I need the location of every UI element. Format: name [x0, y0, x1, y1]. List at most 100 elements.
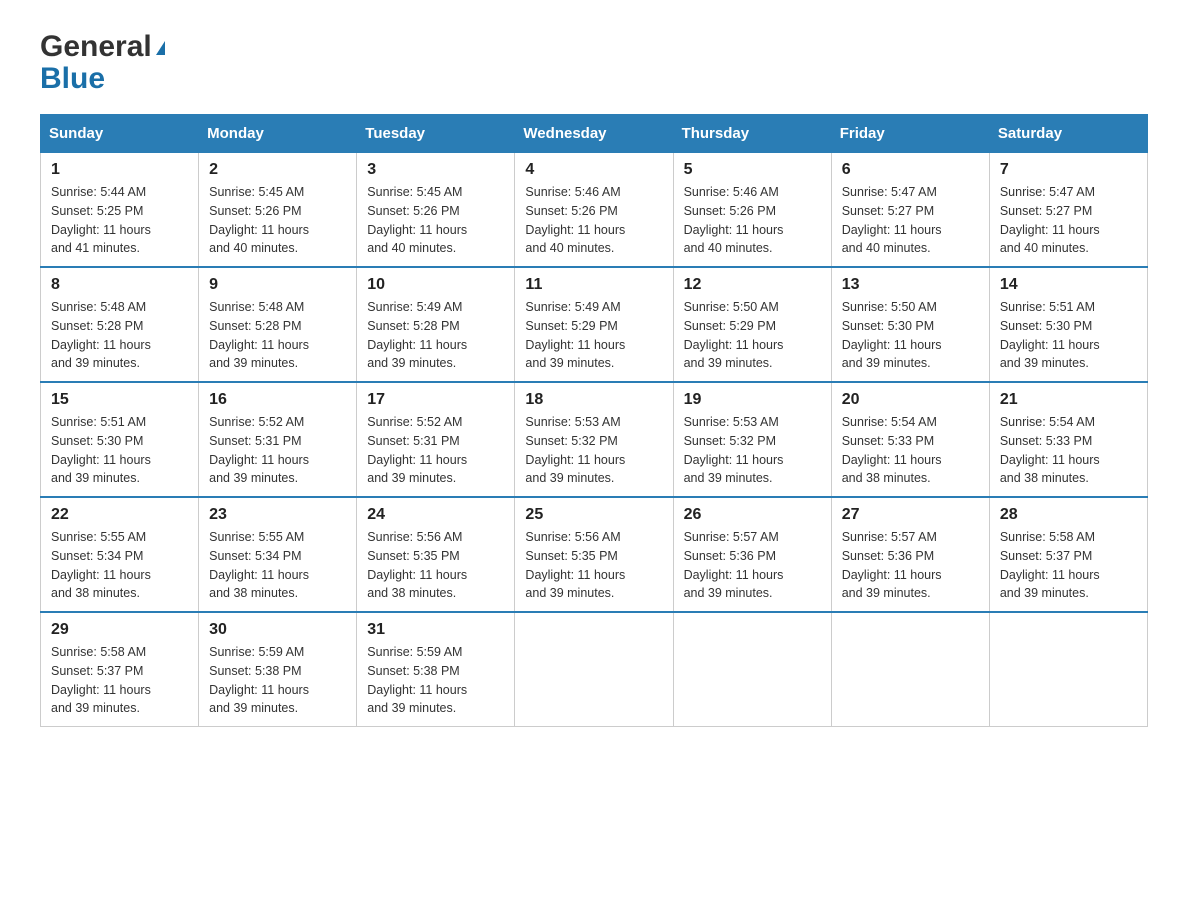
calendar-cell: 4 Sunrise: 5:46 AM Sunset: 5:26 PM Dayli… [515, 153, 673, 268]
day-info: Sunrise: 5:58 AM Sunset: 5:37 PM Dayligh… [1000, 528, 1137, 603]
day-number: 19 [684, 391, 821, 409]
day-info: Sunrise: 5:50 AM Sunset: 5:29 PM Dayligh… [684, 298, 821, 373]
calendar-week-row: 29 Sunrise: 5:58 AM Sunset: 5:37 PM Dayl… [41, 612, 1148, 727]
day-info: Sunrise: 5:57 AM Sunset: 5:36 PM Dayligh… [684, 528, 821, 603]
day-number: 11 [525, 276, 662, 294]
day-info: Sunrise: 5:58 AM Sunset: 5:37 PM Dayligh… [51, 643, 188, 718]
day-number: 13 [842, 276, 979, 294]
day-info: Sunrise: 5:53 AM Sunset: 5:32 PM Dayligh… [525, 413, 662, 488]
day-info: Sunrise: 5:50 AM Sunset: 5:30 PM Dayligh… [842, 298, 979, 373]
day-number: 10 [367, 276, 504, 294]
calendar-table: SundayMondayTuesdayWednesdayThursdayFrid… [40, 114, 1148, 727]
calendar-week-row: 15 Sunrise: 5:51 AM Sunset: 5:30 PM Dayl… [41, 382, 1148, 497]
logo: General Blue [40, 30, 165, 94]
calendar-week-row: 22 Sunrise: 5:55 AM Sunset: 5:34 PM Dayl… [41, 497, 1148, 612]
day-info: Sunrise: 5:53 AM Sunset: 5:32 PM Dayligh… [684, 413, 821, 488]
calendar-cell: 27 Sunrise: 5:57 AM Sunset: 5:36 PM Dayl… [831, 497, 989, 612]
calendar-cell: 7 Sunrise: 5:47 AM Sunset: 5:27 PM Dayli… [989, 153, 1147, 268]
calendar-cell: 31 Sunrise: 5:59 AM Sunset: 5:38 PM Dayl… [357, 612, 515, 727]
calendar-cell: 19 Sunrise: 5:53 AM Sunset: 5:32 PM Dayl… [673, 382, 831, 497]
day-number: 26 [684, 506, 821, 524]
calendar-cell: 30 Sunrise: 5:59 AM Sunset: 5:38 PM Dayl… [199, 612, 357, 727]
day-number: 2 [209, 161, 346, 179]
day-number: 3 [367, 161, 504, 179]
calendar-cell: 11 Sunrise: 5:49 AM Sunset: 5:29 PM Dayl… [515, 267, 673, 382]
calendar-cell: 12 Sunrise: 5:50 AM Sunset: 5:29 PM Dayl… [673, 267, 831, 382]
day-info: Sunrise: 5:59 AM Sunset: 5:38 PM Dayligh… [209, 643, 346, 718]
logo-blue-text: Blue [40, 64, 105, 94]
day-number: 7 [1000, 161, 1137, 179]
day-number: 23 [209, 506, 346, 524]
day-number: 5 [684, 161, 821, 179]
day-number: 1 [51, 161, 188, 179]
day-number: 14 [1000, 276, 1137, 294]
calendar-cell: 1 Sunrise: 5:44 AM Sunset: 5:25 PM Dayli… [41, 153, 199, 268]
day-number: 25 [525, 506, 662, 524]
day-number: 6 [842, 161, 979, 179]
calendar-cell [515, 612, 673, 727]
day-number: 17 [367, 391, 504, 409]
calendar-cell: 16 Sunrise: 5:52 AM Sunset: 5:31 PM Dayl… [199, 382, 357, 497]
day-info: Sunrise: 5:54 AM Sunset: 5:33 PM Dayligh… [842, 413, 979, 488]
column-header-friday: Friday [831, 115, 989, 153]
day-info: Sunrise: 5:52 AM Sunset: 5:31 PM Dayligh… [367, 413, 504, 488]
calendar-cell [673, 612, 831, 727]
day-info: Sunrise: 5:56 AM Sunset: 5:35 PM Dayligh… [525, 528, 662, 603]
calendar-week-row: 1 Sunrise: 5:44 AM Sunset: 5:25 PM Dayli… [41, 153, 1148, 268]
day-number: 24 [367, 506, 504, 524]
day-number: 28 [1000, 506, 1137, 524]
calendar-cell: 13 Sunrise: 5:50 AM Sunset: 5:30 PM Dayl… [831, 267, 989, 382]
column-header-sunday: Sunday [41, 115, 199, 153]
day-number: 4 [525, 161, 662, 179]
day-info: Sunrise: 5:57 AM Sunset: 5:36 PM Dayligh… [842, 528, 979, 603]
calendar-cell [831, 612, 989, 727]
day-number: 21 [1000, 391, 1137, 409]
day-number: 8 [51, 276, 188, 294]
day-number: 12 [684, 276, 821, 294]
day-number: 20 [842, 391, 979, 409]
day-info: Sunrise: 5:48 AM Sunset: 5:28 PM Dayligh… [209, 298, 346, 373]
column-header-thursday: Thursday [673, 115, 831, 153]
day-info: Sunrise: 5:47 AM Sunset: 5:27 PM Dayligh… [842, 183, 979, 258]
calendar-cell: 24 Sunrise: 5:56 AM Sunset: 5:35 PM Dayl… [357, 497, 515, 612]
day-info: Sunrise: 5:48 AM Sunset: 5:28 PM Dayligh… [51, 298, 188, 373]
day-number: 27 [842, 506, 979, 524]
calendar-cell: 6 Sunrise: 5:47 AM Sunset: 5:27 PM Dayli… [831, 153, 989, 268]
column-header-monday: Monday [199, 115, 357, 153]
day-number: 29 [51, 621, 188, 639]
day-info: Sunrise: 5:46 AM Sunset: 5:26 PM Dayligh… [684, 183, 821, 258]
logo-triangle-icon [156, 41, 165, 55]
logo-general-text: General [40, 30, 152, 63]
day-number: 30 [209, 621, 346, 639]
calendar-cell: 22 Sunrise: 5:55 AM Sunset: 5:34 PM Dayl… [41, 497, 199, 612]
calendar-cell: 21 Sunrise: 5:54 AM Sunset: 5:33 PM Dayl… [989, 382, 1147, 497]
calendar-cell: 3 Sunrise: 5:45 AM Sunset: 5:26 PM Dayli… [357, 153, 515, 268]
calendar-cell: 29 Sunrise: 5:58 AM Sunset: 5:37 PM Dayl… [41, 612, 199, 727]
calendar-cell: 18 Sunrise: 5:53 AM Sunset: 5:32 PM Dayl… [515, 382, 673, 497]
calendar-cell: 26 Sunrise: 5:57 AM Sunset: 5:36 PM Dayl… [673, 497, 831, 612]
day-number: 15 [51, 391, 188, 409]
day-info: Sunrise: 5:55 AM Sunset: 5:34 PM Dayligh… [209, 528, 346, 603]
day-info: Sunrise: 5:44 AM Sunset: 5:25 PM Dayligh… [51, 183, 188, 258]
column-header-tuesday: Tuesday [357, 115, 515, 153]
calendar-cell: 2 Sunrise: 5:45 AM Sunset: 5:26 PM Dayli… [199, 153, 357, 268]
calendar-week-row: 8 Sunrise: 5:48 AM Sunset: 5:28 PM Dayli… [41, 267, 1148, 382]
calendar-cell: 9 Sunrise: 5:48 AM Sunset: 5:28 PM Dayli… [199, 267, 357, 382]
calendar-cell: 10 Sunrise: 5:49 AM Sunset: 5:28 PM Dayl… [357, 267, 515, 382]
day-number: 31 [367, 621, 504, 639]
day-info: Sunrise: 5:56 AM Sunset: 5:35 PM Dayligh… [367, 528, 504, 603]
day-info: Sunrise: 5:59 AM Sunset: 5:38 PM Dayligh… [367, 643, 504, 718]
day-info: Sunrise: 5:54 AM Sunset: 5:33 PM Dayligh… [1000, 413, 1137, 488]
day-number: 16 [209, 391, 346, 409]
day-info: Sunrise: 5:51 AM Sunset: 5:30 PM Dayligh… [51, 413, 188, 488]
calendar-cell: 8 Sunrise: 5:48 AM Sunset: 5:28 PM Dayli… [41, 267, 199, 382]
column-header-saturday: Saturday [989, 115, 1147, 153]
calendar-cell: 15 Sunrise: 5:51 AM Sunset: 5:30 PM Dayl… [41, 382, 199, 497]
day-number: 22 [51, 506, 188, 524]
day-info: Sunrise: 5:51 AM Sunset: 5:30 PM Dayligh… [1000, 298, 1137, 373]
day-info: Sunrise: 5:45 AM Sunset: 5:26 PM Dayligh… [367, 183, 504, 258]
day-info: Sunrise: 5:45 AM Sunset: 5:26 PM Dayligh… [209, 183, 346, 258]
calendar-cell: 28 Sunrise: 5:58 AM Sunset: 5:37 PM Dayl… [989, 497, 1147, 612]
day-info: Sunrise: 5:47 AM Sunset: 5:27 PM Dayligh… [1000, 183, 1137, 258]
day-info: Sunrise: 5:49 AM Sunset: 5:29 PM Dayligh… [525, 298, 662, 373]
